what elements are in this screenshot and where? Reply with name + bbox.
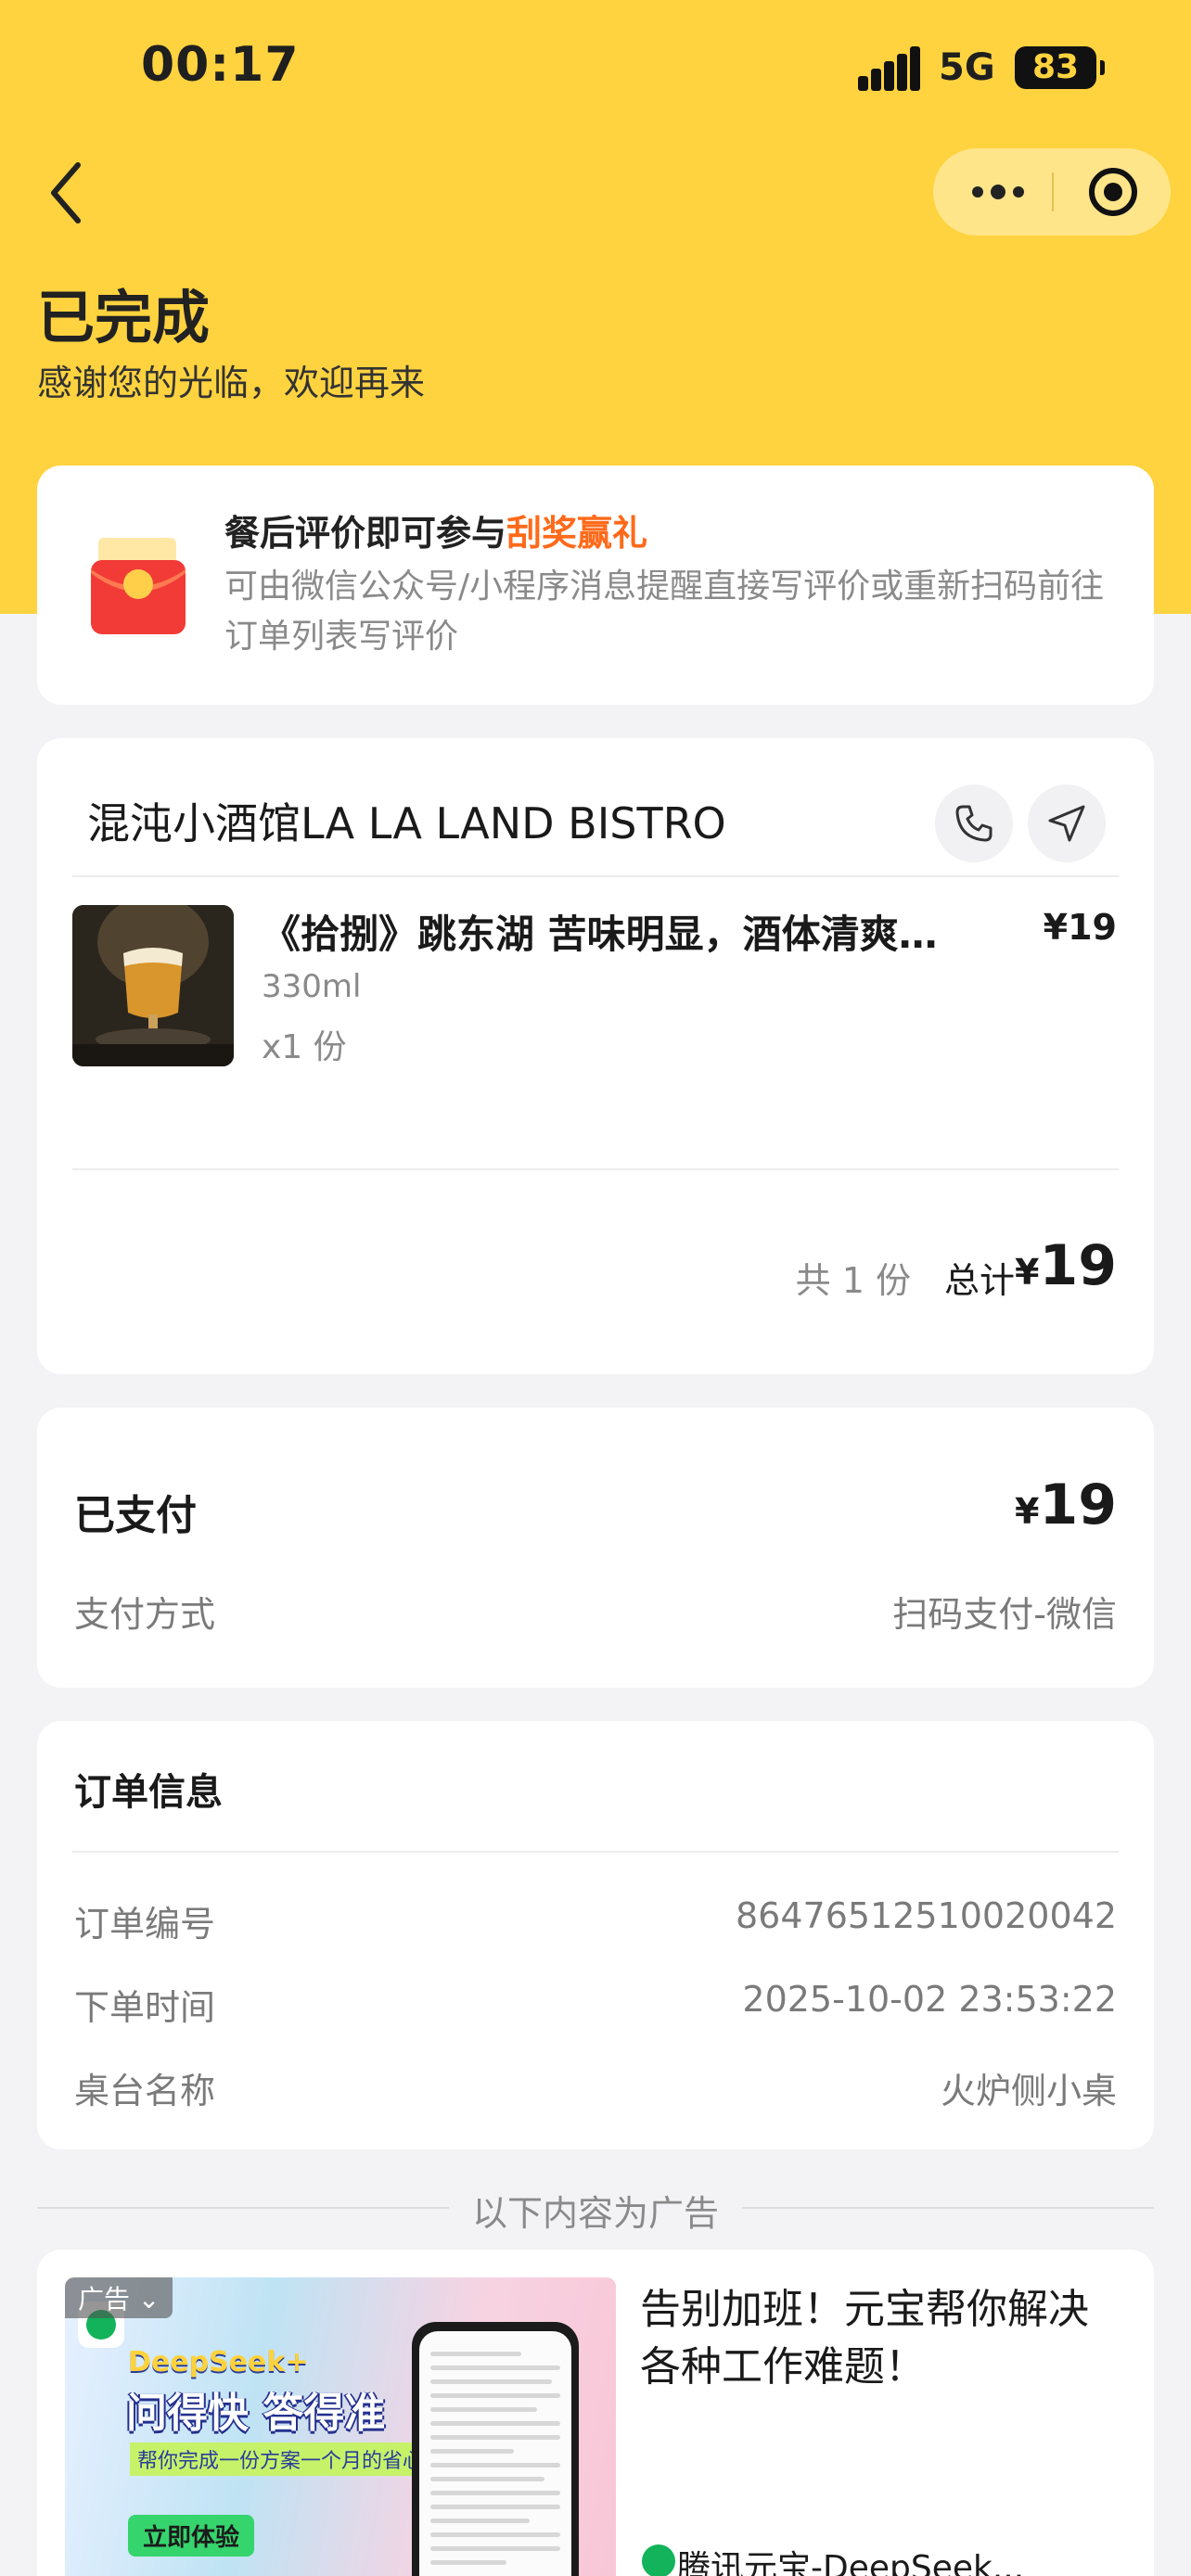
ad-advertiser[interactable]: 腾讯元宝-DeepSeek... (677, 2541, 1024, 2576)
more-button[interactable] (968, 148, 1052, 236)
ad-badge-label: 广告 (78, 2284, 131, 2315)
phone-icon (955, 805, 992, 842)
order-time-value: 2025-10-02 23:53:22 (742, 1979, 1117, 2020)
battery-icon: 83 (1015, 46, 1105, 89)
order-info-card: 订单信息 订单编号 86476512510020042 下单时间 2025-10… (37, 1721, 1154, 2149)
payment-method-label: 支付方式 (74, 1594, 216, 1635)
order-time-label: 下单时间 (74, 1987, 216, 2028)
total-label: 总计 (943, 1260, 1015, 1301)
capsule-divider (1052, 172, 1054, 211)
order-info-title: 订单信息 (74, 1771, 223, 1814)
divider (72, 1851, 1119, 1853)
status-bar: 00:17 5G 83 (0, 0, 1191, 139)
payment-card: 已支付 ¥19 支付方式 扫码支付-微信 (37, 1408, 1154, 1688)
currency-symbol: ¥ (1015, 1252, 1040, 1293)
total-value: 19 (1039, 1233, 1118, 1298)
ad-badge[interactable]: 广告 ⌄ (65, 2277, 173, 2318)
signal-icon (858, 46, 920, 91)
payment-method-value: 扫码支付-微信 (892, 1594, 1117, 1635)
back-button[interactable] (43, 156, 98, 230)
coupon-icon (83, 532, 193, 642)
currency-symbol: ¥ (1015, 1491, 1040, 1532)
item-price: ¥19 (1043, 907, 1117, 948)
navigate-store-button[interactable] (1028, 784, 1106, 862)
item-name[interactable]: 《拾捌》跳东湖 苦味明显，酒体清爽… (262, 903, 1031, 960)
store-name[interactable]: 混沌小酒馆LA LA LAND BISTRO (87, 790, 726, 851)
call-store-button[interactable] (935, 784, 1013, 862)
phone-screen (419, 2331, 571, 2576)
item-quantity: x1 份 (262, 1028, 347, 1066)
battery-level: 83 (1031, 48, 1080, 86)
page-title: 已完成 (37, 284, 211, 351)
promo-highlight: 刮奖赢礼 (506, 513, 648, 554)
ad-cta-button[interactable]: 立即体验 (128, 2515, 255, 2557)
table-name-value: 火炉侧小桌 (940, 2071, 1117, 2111)
promo-description: 可由微信公众号/小程序消息提醒直接写评价或重新扫码前往订单列表写评价 (224, 567, 1105, 656)
miniprogram-capsule (933, 148, 1171, 236)
ad-headline[interactable]: 告别加班！元宝帮你解决各种工作难题！ (640, 2281, 1122, 2396)
divider (72, 875, 1119, 877)
ad-image-brand: DeepSeek+ (128, 2346, 309, 2378)
page-subtitle: 感谢您的光临，欢迎再来 (37, 363, 426, 403)
advertiser-logo-icon (642, 2544, 675, 2576)
phone-mockup (412, 2322, 579, 2576)
item-spec: 330ml (262, 968, 362, 1005)
payment-status: 已支付 (74, 1492, 197, 1539)
network-type: 5G (939, 46, 995, 89)
ad-image[interactable]: 广告 ⌄ DeepSeek+ 问得快 答得准 帮你完成一份方案一个月的省心工作计… (65, 2277, 616, 2576)
order-number-value[interactable]: 86476512510020042 (736, 1895, 1117, 1936)
item-count: 共 1 份 (795, 1260, 911, 1301)
ad-image-slogan: 问得快 答得准 (126, 2390, 386, 2437)
ad-divider-label: 以下内容为广告 (449, 2185, 742, 2236)
paid-amount: ¥19 (1015, 1473, 1117, 1537)
item-thumbnail[interactable] (72, 905, 234, 1066)
order-number-label: 订单编号 (74, 1904, 216, 1945)
total-amount: ¥19 (1015, 1233, 1117, 1298)
review-promo-card[interactable]: 餐后评价即可参与刮奖赢礼 可由微信公众号/小程序消息提醒直接写评价或重新扫码前往… (37, 465, 1154, 705)
paid-value: 19 (1039, 1473, 1118, 1537)
close-miniprogram-button[interactable] (1089, 168, 1137, 216)
promo-headline: 餐后评价即可参与刮奖赢礼 (224, 504, 647, 555)
order-card: 混沌小酒馆LA LA LAND BISTRO 《拾捌》跳东湖 苦味明显，酒体清爽… (37, 738, 1154, 1374)
promo-headline-text: 餐后评价即可参与 (224, 513, 507, 554)
chevron-left-icon (51, 162, 81, 223)
divider (72, 1168, 1119, 1170)
navigation-icon (1048, 805, 1085, 842)
table-name-label: 桌台名称 (74, 2071, 216, 2111)
ad-card[interactable]: 广告 ⌄ DeepSeek+ 问得快 答得准 帮你完成一份方案一个月的省心工作计… (37, 2250, 1154, 2576)
status-time: 00:17 (141, 37, 300, 93)
